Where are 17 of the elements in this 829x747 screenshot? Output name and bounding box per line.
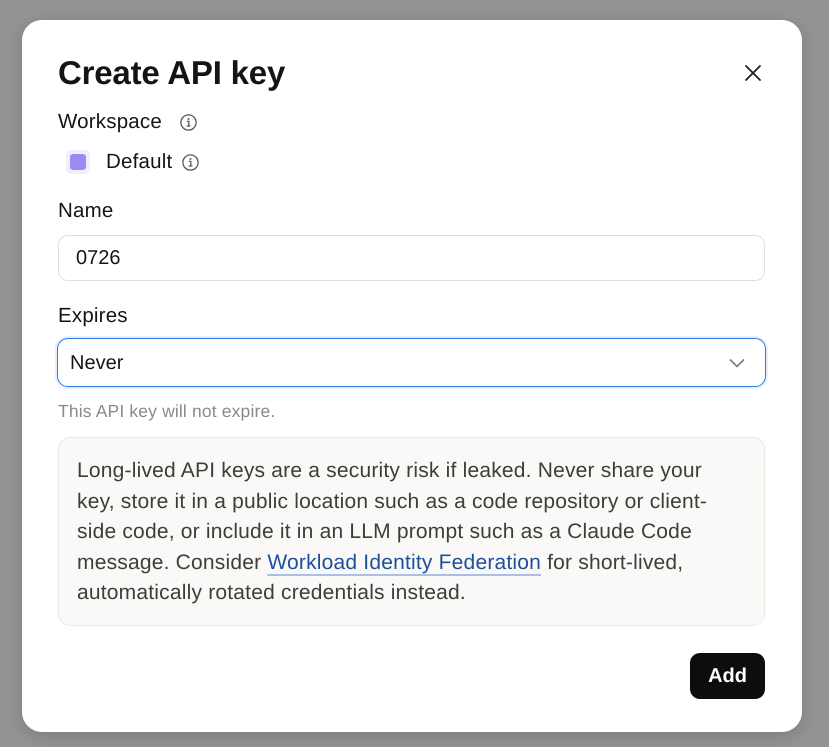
workspace-name: Default	[106, 149, 172, 175]
federation-link[interactable]: Workload Identity Federation	[267, 550, 542, 574]
chevron-down-icon	[729, 358, 745, 368]
info-icon[interactable]	[182, 154, 200, 170]
expiry-hint-text: This API key will not expire.	[58, 400, 276, 423]
name-input[interactable]: 0726	[58, 235, 765, 281]
close-icon	[744, 64, 762, 82]
add-button[interactable]: Add	[690, 652, 765, 698]
close-button[interactable]	[743, 63, 763, 83]
dialog-title: Create API key	[58, 53, 286, 93]
workspace-label: Workspace	[58, 109, 162, 135]
expires-dropdown[interactable]: Never	[57, 338, 766, 387]
name-label: Name	[58, 198, 114, 224]
expires-label: Expires	[58, 303, 129, 329]
workspace-swatch-icon	[66, 150, 90, 174]
info-icon[interactable]	[180, 114, 197, 130]
security-notice-text: Long-lived API keys are a security risk if leaked. Never share your key, store it in a public location such as a code repository or client-side code, or include it in an LLM prompt such as a Claude Code message. Consider Workload Identity Federation for short-lived, automatically rotated credentials instead.	[77, 458, 708, 606]
